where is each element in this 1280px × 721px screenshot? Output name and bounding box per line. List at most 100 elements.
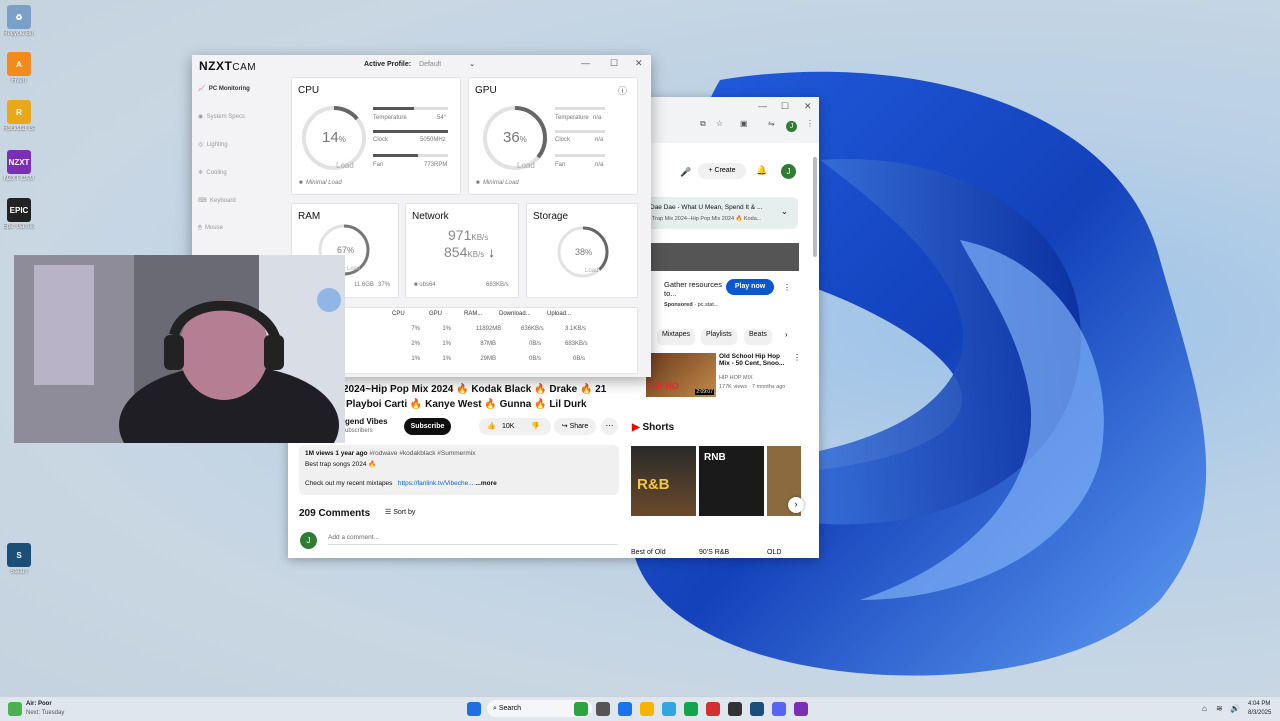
- chip-mixtapes[interactable]: Mixtapes: [657, 329, 696, 345]
- active-profile[interactable]: Active Profile: Default ⌄: [364, 60, 475, 68]
- info-icon[interactable]: ⓘ: [618, 84, 627, 97]
- desktop-icon[interactable]: R Rockstar Games Launcher: [3, 100, 35, 132]
- bell-icon[interactable]: 🔔: [756, 165, 767, 176]
- volume-icon[interactable]: 🔊: [1230, 704, 1240, 713]
- clock-date[interactable]: 8/3/2025: [1248, 710, 1271, 716]
- yt-avatar[interactable]: J: [781, 164, 796, 179]
- desktop-icon[interactable]: A Fiverr: [3, 52, 35, 84]
- more-icon[interactable]: ⋮: [783, 283, 791, 292]
- channel-name[interactable]: gend Vibes: [345, 417, 388, 426]
- install-icon[interactable]: ⧉: [700, 119, 706, 129]
- rec-channel[interactable]: HIP HOP MIX: [719, 375, 753, 381]
- cpu-clock-value: 5050MHz: [420, 137, 446, 143]
- xbox-icon[interactable]: [684, 702, 698, 716]
- close-icon[interactable]: ✕: [804, 101, 812, 112]
- minimize-icon[interactable]: —: [581, 58, 590, 68]
- start-button[interactable]: [467, 702, 481, 716]
- like-dislike-pill[interactable]: 👍 10K 👎: [479, 418, 551, 435]
- sidebar-item-keyboard[interactable]: ⌨ Keyboard: [198, 197, 236, 204]
- table-header[interactable]: CPU: [392, 311, 405, 317]
- chip-playlists[interactable]: Playlists: [701, 329, 737, 345]
- clock-time[interactable]: 4:04 PM: [1248, 701, 1270, 707]
- table-header[interactable]: RAM...: [464, 311, 482, 317]
- table-header[interactable]: Upload...: [547, 311, 571, 317]
- widgets-icon[interactable]: [574, 702, 588, 716]
- share-button[interactable]: ↪ Share: [554, 418, 596, 435]
- chip-beats[interactable]: Beats: [744, 329, 772, 345]
- table-header[interactable]: GPU: [429, 311, 442, 317]
- rec-meta: 177K views · 7 months ago: [719, 384, 786, 390]
- short-thumb-2[interactable]: RNB: [699, 446, 764, 516]
- close-icon[interactable]: ✕: [635, 58, 643, 69]
- short-label-2[interactable]: 90'S R&B: [699, 549, 729, 556]
- create-button[interactable]: + Create: [698, 163, 746, 179]
- description-box[interactable]: 1M views 1 year ago #rodwave #kodakblack…: [299, 445, 619, 495]
- desktop-icon[interactable]: NZXT NZXT CAM: [3, 150, 35, 182]
- more-link[interactable]: ...more: [475, 480, 496, 487]
- file-explorer-icon[interactable]: [640, 702, 654, 716]
- mic-icon[interactable]: 🎤: [680, 167, 691, 178]
- wifi-icon[interactable]: ≋: [1216, 704, 1223, 713]
- cpu-card[interactable]: CPU 14% Load Temperature 54° Clock 5050M…: [291, 77, 461, 195]
- dislike-icon[interactable]: 👎: [531, 418, 540, 435]
- gpu-title: GPU: [475, 85, 497, 96]
- nzxt-icon[interactable]: [794, 702, 808, 716]
- weather-icon[interactable]: [8, 702, 22, 716]
- profile-avatar[interactable]: J: [786, 121, 797, 132]
- rec-title[interactable]: Old School Hip Hop Mix - 50 Cent, Snoo..…: [719, 353, 789, 367]
- task-view-icon[interactable]: [596, 702, 610, 716]
- gpu-card[interactable]: GPU ⓘ 36% Load Temperature n/a Clock n/a…: [468, 77, 638, 195]
- extensions-icon[interactable]: ⇋: [768, 119, 775, 128]
- chevron-down-icon[interactable]: ⌄: [781, 207, 788, 216]
- star-icon[interactable]: ☆: [716, 119, 723, 128]
- sidebar-item-cooling[interactable]: ❄ Cooling: [198, 169, 227, 176]
- storage-card[interactable]: Storage 38% Load: [526, 203, 638, 298]
- more-actions-button[interactable]: ⋯: [601, 418, 618, 435]
- desc-link[interactable]: https://fanlink.tv/Vibeche...: [398, 480, 474, 487]
- sidebar-item-lighting[interactable]: ◎ Lighting: [198, 141, 228, 148]
- terminal-icon[interactable]: [728, 702, 742, 716]
- play-now-button[interactable]: Play now: [726, 279, 774, 295]
- sidebar-item-mouse[interactable]: 🖱 Mouse: [198, 225, 223, 232]
- sidebar-item-system-specs[interactable]: ◉ System Specs: [198, 113, 245, 120]
- weather-title[interactable]: Air: Poor: [26, 701, 52, 707]
- chevron-right-icon[interactable]: ›: [785, 330, 788, 339]
- playlist-card[interactable]: Dae Dae - What U Mean, Spend It & ... Tr…: [646, 197, 798, 229]
- short-thumb-1[interactable]: R&B: [631, 446, 696, 516]
- gpu-load-value: 36%: [503, 129, 527, 146]
- edge-icon[interactable]: [662, 702, 676, 716]
- gpu-mode: ■ Minimal Load: [476, 180, 519, 186]
- sort-by-button[interactable]: ☰ Sort by: [385, 508, 415, 516]
- maximize-icon[interactable]: ☐: [781, 101, 789, 112]
- rec-thumbnail[interactable]: HIP HO 2:09:07: [646, 353, 716, 397]
- chrome-icon[interactable]: [618, 702, 632, 716]
- desktop-icon[interactable]: ♻ Recycle Bin: [3, 5, 35, 37]
- table-header[interactable]: Download...: [499, 311, 531, 317]
- desktop-icon-label: Epic Games Launcher: [3, 224, 35, 230]
- search-icon: ⌕: [493, 705, 497, 712]
- menu-icon[interactable]: ⋮: [806, 119, 814, 128]
- hiphop-logo: HIP HO: [648, 381, 679, 391]
- scrollbar[interactable]: [813, 157, 817, 257]
- short-label-1[interactable]: Best of Old: [631, 549, 666, 556]
- obs-icon[interactable]: [706, 702, 720, 716]
- network-card[interactable]: Network 971KB/s 854KB/s ↓ ■ obs64 683KB/…: [405, 203, 519, 298]
- chevron-right-icon[interactable]: ›: [788, 497, 804, 513]
- cpu-title: CPU: [298, 85, 320, 96]
- more-icon[interactable]: ⋮: [793, 353, 801, 362]
- network-icon[interactable]: ⌂: [1202, 704, 1207, 713]
- desktop-icon[interactable]: S Steam: [3, 543, 35, 575]
- like-icon[interactable]: 👍: [487, 418, 496, 435]
- minimize-icon[interactable]: —: [758, 101, 767, 111]
- tab-icon[interactable]: ▣: [740, 119, 748, 128]
- add-comment-input[interactable]: Add a comment...: [328, 534, 618, 545]
- gpu-temp-value: n/a: [593, 115, 602, 121]
- desktop-icon[interactable]: EPIC Epic Games Launcher: [3, 198, 35, 230]
- ad-banner[interactable]: [648, 243, 799, 271]
- steam-icon[interactable]: [750, 702, 764, 716]
- maximize-icon[interactable]: ☐: [610, 58, 618, 69]
- sidebar-item-pc-monitoring[interactable]: 📈 PC Monitoring: [198, 85, 250, 92]
- subscribe-button[interactable]: Subscribe: [404, 418, 451, 435]
- short-label-3[interactable]: OLD: [767, 549, 781, 556]
- discord-icon[interactable]: [772, 702, 786, 716]
